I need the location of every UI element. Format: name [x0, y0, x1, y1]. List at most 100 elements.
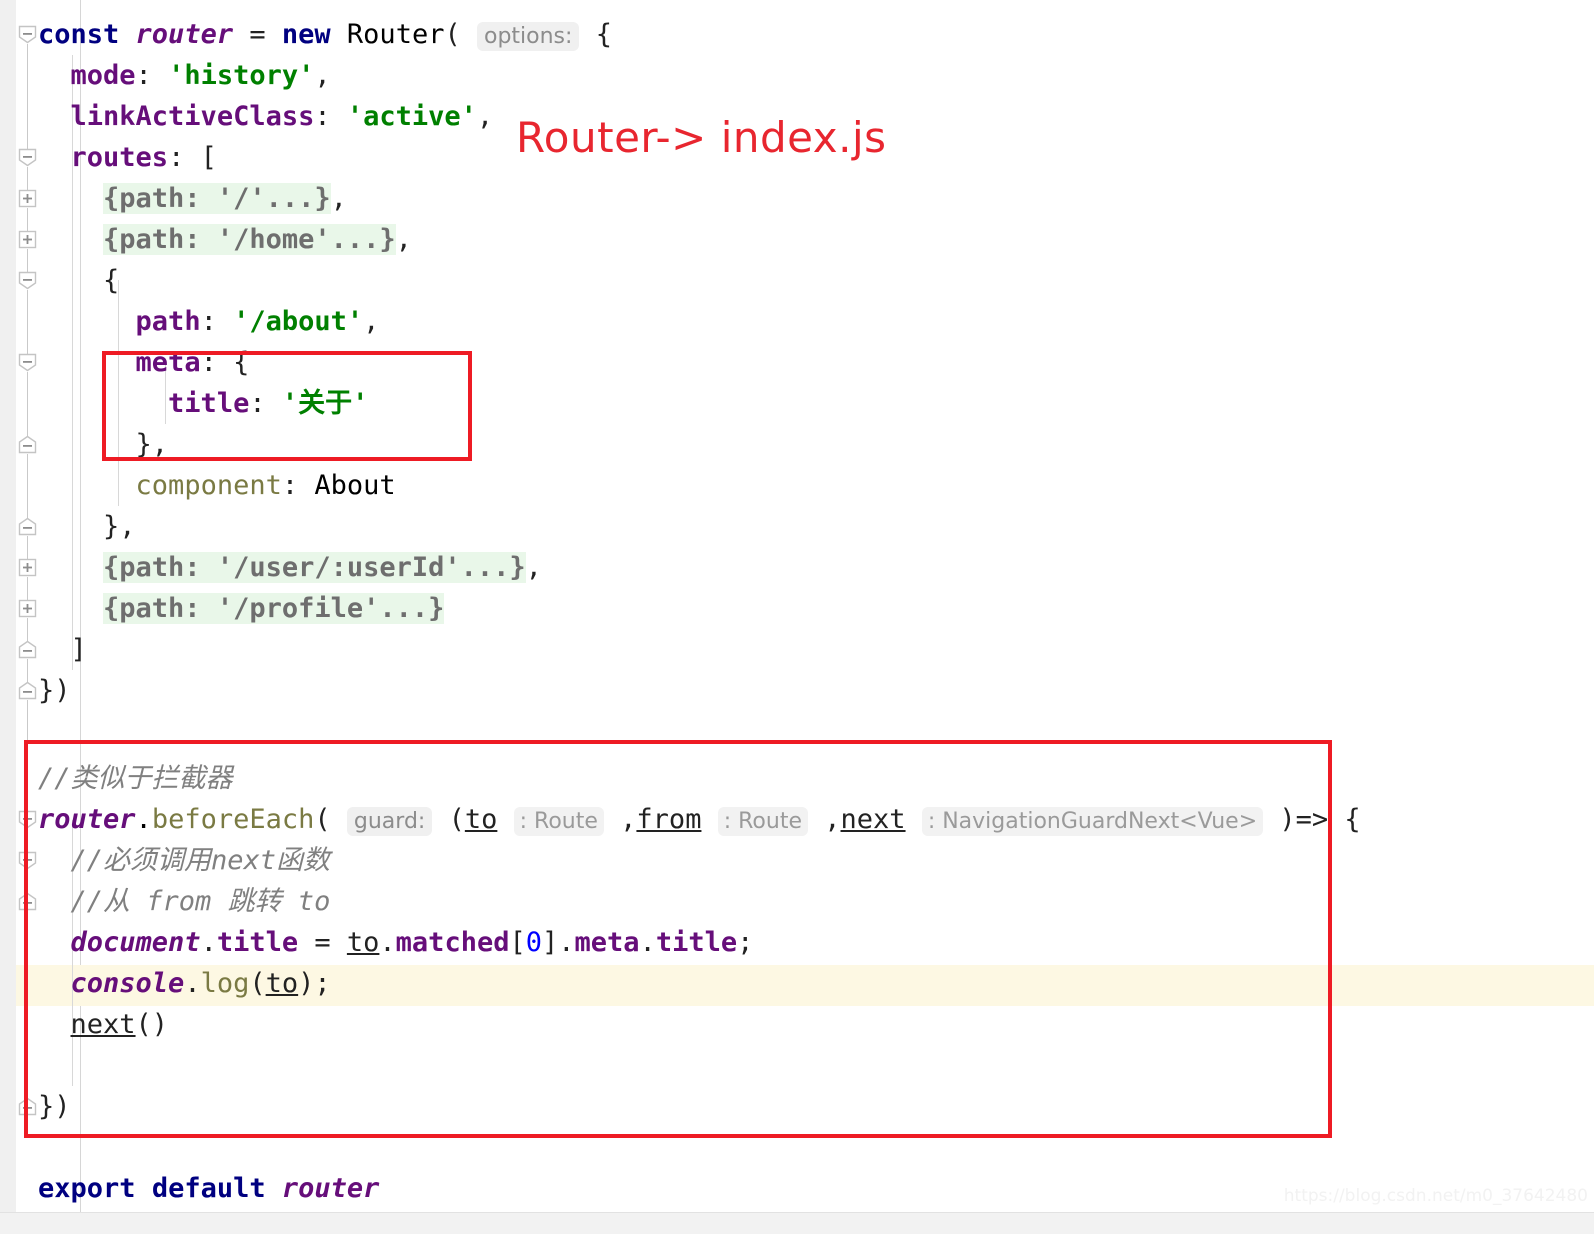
code-line[interactable]: linkActiveClass: 'active', [38, 96, 494, 137]
code-line[interactable]: mode: 'history', [38, 55, 331, 96]
code-token: ] [38, 634, 87, 665]
code-line[interactable]: export default router [38, 1168, 379, 1209]
code-token: title [168, 388, 250, 419]
code-token: = [298, 927, 347, 958]
code-line[interactable]: { [38, 260, 119, 301]
code-line[interactable]: {path: '/profile'...} [38, 588, 445, 629]
folded-region[interactable]: {path: '/home'...} [103, 224, 396, 255]
code-token: meta [135, 347, 201, 378]
code-line[interactable]: component: About [38, 465, 396, 506]
code-token: router [281, 1173, 380, 1204]
code-line[interactable]: meta: { [38, 342, 250, 383]
code-token: default [151, 1173, 266, 1204]
code-token: , [314, 60, 331, 91]
code-token: routes [70, 142, 169, 173]
code-token: ]. [542, 927, 575, 958]
folded-region[interactable]: {path: '/profile'...} [103, 593, 445, 624]
code-token: : [314, 101, 347, 132]
folded-region[interactable]: {path: '/'...} [103, 183, 331, 214]
code-line[interactable]: //类似于拦截器 [38, 758, 233, 799]
code-line[interactable]: {path: '/'...}, [38, 178, 347, 219]
code-token: , [395, 224, 412, 255]
code-line[interactable]: router.beforeEach( guard: (to : Route ,f… [38, 799, 1361, 840]
code-line[interactable]: //从 from 跳转 to [38, 881, 331, 922]
code-line[interactable]: {path: '/home'...}, [38, 219, 412, 260]
code-token: //从 from 跳转 to [38, 886, 331, 917]
code-token: }) [38, 675, 71, 706]
code-token: , [603, 804, 637, 835]
code-token: path [135, 306, 201, 337]
code-token: beforeEach [151, 804, 315, 835]
code-token: router [135, 19, 234, 50]
code-line[interactable]: console.log(to); [38, 963, 331, 1004]
code-line[interactable]: next() [38, 1004, 169, 1045]
code-token: ( [432, 804, 465, 835]
code-token: , [525, 552, 542, 583]
code-line[interactable]: ] [38, 629, 87, 670]
code-token: ( [444, 19, 477, 50]
code-token: : [200, 306, 234, 337]
code-line[interactable]: }, [38, 506, 136, 547]
code-token: ( [249, 968, 266, 999]
code-token: '/about' [233, 306, 364, 337]
code-token: }) [38, 1091, 71, 1122]
code-token: About [314, 470, 396, 501]
code-token: mode [70, 60, 136, 91]
code-token: : [281, 470, 315, 501]
code-token: 'active' [346, 101, 477, 132]
code-token: . [184, 968, 201, 999]
code-token: [ [509, 927, 526, 958]
code-token: //必须调用next函数 [38, 845, 331, 876]
code-token: . [135, 804, 152, 835]
code-token: //类似于拦截器 [38, 763, 233, 794]
code-token: = [233, 19, 282, 50]
code-line[interactable]: }) [38, 1086, 71, 1127]
inlay-hint: : NavigationGuardNext<Vue> [921, 807, 1264, 836]
inlay-hint: options: [476, 22, 580, 51]
inlay-hint: : Route [717, 807, 808, 836]
code-token: ); [298, 968, 331, 999]
annotation-caption: Router-> index.js [516, 113, 887, 162]
code-line[interactable]: const router = new Router( options: { [38, 14, 612, 55]
code-token: )=> { [1263, 804, 1361, 835]
code-line[interactable]: }, [38, 424, 169, 465]
code-token: . [379, 927, 396, 958]
inlay-hint: : Route [513, 807, 604, 836]
code-line[interactable]: document.title = to.matched[0].meta.titl… [38, 922, 754, 963]
code-token: title [655, 927, 738, 958]
code-token: : [249, 388, 282, 419]
code-editor[interactable]: const router = new Router( options: { mo… [0, 0, 1594, 1234]
code-token: log [200, 968, 250, 999]
code-content[interactable]: const router = new Router( options: { mo… [0, 0, 1594, 1234]
code-token: . [639, 927, 656, 958]
code-token: : { [200, 347, 250, 378]
code-line[interactable]: //必须调用next函数 [38, 840, 331, 881]
code-line[interactable]: {path: '/user/:userId'...}, [38, 547, 542, 588]
folded-region[interactable]: {path: '/user/:userId'...} [103, 552, 526, 583]
code-line[interactable]: routes: [ [38, 137, 217, 178]
code-token: console [70, 968, 185, 999]
code-token: 0 [525, 927, 542, 958]
code-token: }, [38, 429, 169, 460]
code-token: new [281, 19, 331, 50]
code-token: 'history' [168, 60, 315, 91]
code-token: { [38, 265, 120, 296]
code-token: to [265, 968, 299, 999]
code-line[interactable]: title: '关于' [38, 383, 368, 424]
code-token: matched [395, 927, 510, 958]
code-line[interactable]: path: '/about', [38, 301, 380, 342]
code-token: , [330, 183, 347, 214]
code-line[interactable]: }) [38, 670, 71, 711]
code-token: title [216, 927, 299, 958]
